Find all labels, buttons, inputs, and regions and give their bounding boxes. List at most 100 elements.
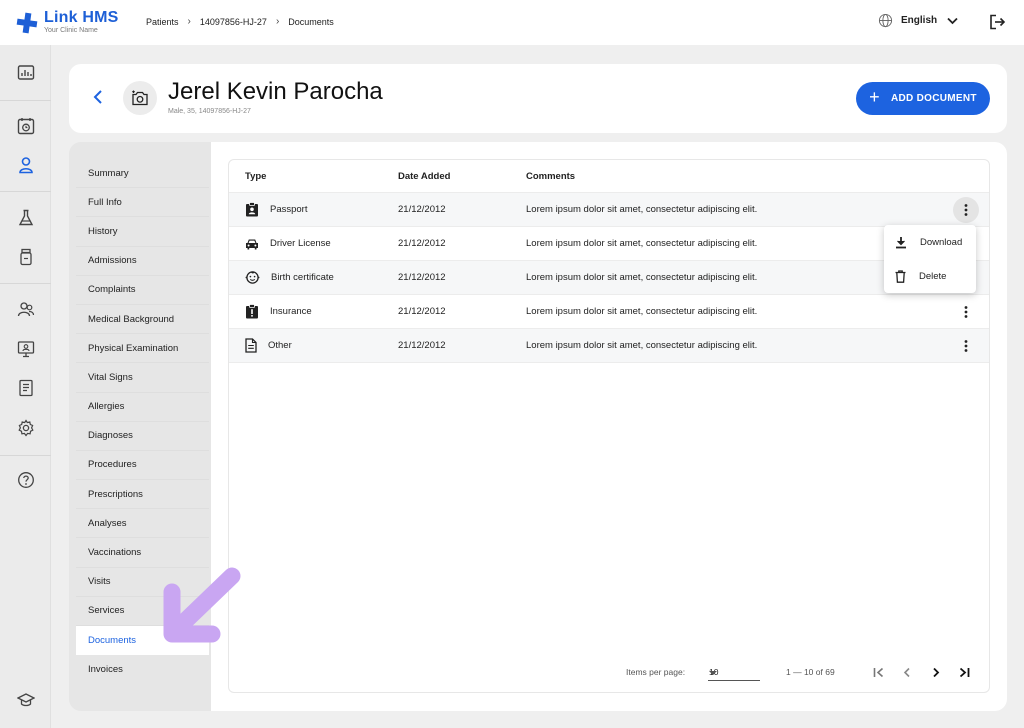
document-type: Other — [268, 340, 292, 351]
comment: Lorem ipsum dolor sit amet, consectetur … — [526, 204, 758, 215]
nav-item-procedures[interactable]: Procedures — [76, 451, 209, 481]
comment: Lorem ipsum dolor sit amet, consectetur … — [526, 238, 758, 249]
chevron-down-icon — [947, 17, 958, 24]
nav-item-complaints[interactable]: Complaints — [76, 276, 209, 305]
file-icon — [245, 338, 257, 353]
staff-group-icon[interactable] — [16, 299, 36, 319]
language-selector[interactable]: English — [878, 13, 966, 28]
settings-gear-icon[interactable] — [16, 418, 36, 438]
date-added: 21/12/2012 — [398, 272, 446, 283]
annotation-arrow-icon — [163, 567, 241, 643]
nav-item-summary[interactable]: Summary — [76, 159, 209, 189]
date-added: 21/12/2012 — [398, 238, 446, 249]
lab-flask-icon[interactable] — [16, 208, 36, 228]
breadcrumb: Patients › 14097856-HJ-27 › Documents — [146, 16, 334, 27]
nav-item-vital-signs[interactable]: Vital Signs — [76, 363, 209, 393]
menu-item-download-label: Download — [920, 236, 963, 248]
documents-table: Type Date Added Comments Passport 21/12/… — [228, 159, 990, 693]
nav-item-history[interactable]: History — [76, 217, 209, 247]
pagination-range: 1 — 10 of 69 — [786, 667, 835, 677]
add-document-label: ADD DOCUMENT — [890, 93, 977, 104]
nav-item-invoices[interactable]: Invoices — [76, 655, 209, 684]
last-page-button[interactable] — [955, 663, 973, 681]
medicine-bottle-icon[interactable] — [16, 247, 36, 267]
breadcrumb-patients[interactable]: Patients — [146, 17, 179, 27]
menu-item-delete[interactable]: Delete — [884, 259, 976, 293]
last-page-icon — [959, 667, 970, 677]
app-subtitle: Your Clinic Name — [44, 27, 98, 34]
medical-cross-icon — [16, 12, 38, 34]
items-per-page-select[interactable]: 10 — [708, 663, 760, 681]
help-icon[interactable] — [16, 470, 36, 490]
chevron-left-icon — [903, 667, 910, 677]
next-page-button[interactable] — [927, 663, 945, 681]
avatar-upload[interactable] — [123, 81, 157, 115]
report-document-icon[interactable] — [16, 378, 36, 398]
app-logo[interactable]: Link HMS Your Clinic Name — [16, 10, 119, 35]
menu-item-download[interactable]: Download — [884, 225, 976, 259]
caret-down-icon — [709, 671, 717, 675]
breadcrumb-documents: Documents — [288, 16, 334, 27]
more-vertical-icon — [964, 306, 968, 318]
menu-item-delete-label: Delete — [919, 270, 947, 282]
column-header-date[interactable]: Date Added — [398, 171, 450, 182]
chevron-right-icon: › — [275, 16, 280, 27]
left-rail — [0, 45, 51, 728]
patient-header: Jerel Kevin Parocha Male, 35, 14097856-H… — [69, 64, 1007, 133]
first-page-button[interactable] — [870, 663, 888, 681]
monitor-user-icon[interactable] — [16, 339, 36, 359]
table-header: Type Date Added Comments — [229, 160, 989, 193]
table-row[interactable]: Birth certificate 21/12/2012 Lorem ipsum… — [229, 261, 989, 295]
row-actions-button[interactable] — [953, 333, 979, 359]
chevron-right-icon: › — [187, 16, 191, 27]
nav-item-allergies[interactable]: Allergies — [76, 393, 209, 422]
row-actions-button[interactable] — [953, 299, 979, 325]
comment: Lorem ipsum dolor sit amet, consectetur … — [526, 306, 758, 317]
nav-item-analyses[interactable]: Analyses — [76, 509, 209, 539]
table-row[interactable]: Driver License 21/12/2012 Lorem ipsum do… — [229, 227, 989, 261]
patient-user-icon[interactable] — [16, 155, 36, 175]
add-document-button[interactable]: + ADD DOCUMENT — [856, 82, 990, 115]
column-header-type[interactable]: Type — [245, 171, 266, 182]
date-added: 21/12/2012 — [398, 204, 446, 215]
logout-icon[interactable] — [989, 14, 1006, 30]
document-type: Driver License — [270, 238, 331, 249]
app-name: Link HMS — [44, 9, 119, 26]
nav-item-physical-examination[interactable]: Physical Examination — [76, 334, 209, 364]
back-arrow-icon[interactable] — [91, 89, 105, 105]
date-added: 21/12/2012 — [398, 340, 446, 351]
comment: Lorem ipsum dolor sit amet, consectetur … — [526, 272, 758, 283]
column-header-comments[interactable]: Comments — [526, 171, 575, 182]
download-icon — [896, 236, 906, 248]
nav-item-admissions[interactable]: Admissions — [76, 247, 209, 276]
date-added: 21/12/2012 — [398, 306, 446, 317]
row-actions-button[interactable] — [953, 197, 979, 223]
previous-page-button[interactable] — [898, 663, 916, 681]
car-icon — [246, 239, 258, 249]
trash-icon — [895, 269, 906, 283]
table-row[interactable]: Passport 21/12/2012 Lorem ipsum dolor si… — [229, 193, 989, 227]
calendar-clock-icon[interactable] — [16, 116, 36, 136]
breadcrumb-patient-id[interactable]: 14097856-HJ-27 — [200, 17, 267, 27]
add-photo-icon — [132, 90, 148, 106]
insurance-clipboard-icon — [246, 304, 258, 319]
first-page-icon — [873, 667, 884, 677]
table-row[interactable]: Other 21/12/2012 Lorem ipsum dolor sit a… — [229, 329, 989, 363]
nav-item-full-info[interactable]: Full Info — [76, 188, 209, 218]
nav-item-diagnoses[interactable]: Diagnoses — [76, 422, 209, 451]
plus-icon: + — [869, 87, 880, 107]
globe-icon — [878, 13, 893, 28]
top-bar: Link HMS Your Clinic Name Patients › 140… — [0, 0, 1024, 45]
patient-name: Jerel Kevin Parocha — [168, 78, 383, 105]
nav-item-prescriptions[interactable]: Prescriptions — [76, 480, 209, 510]
more-vertical-icon — [964, 204, 968, 216]
dashboard-icon[interactable] — [16, 63, 36, 83]
graduation-cap-icon[interactable] — [16, 690, 36, 710]
nav-item-medical-background[interactable]: Medical Background — [76, 305, 209, 335]
more-vertical-icon — [964, 340, 968, 352]
document-type: Birth certificate — [271, 272, 334, 283]
row-actions-menu: Download Delete — [884, 225, 976, 293]
comment: Lorem ipsum dolor sit amet, consectetur … — [526, 340, 758, 351]
table-row[interactable]: Insurance 21/12/2012 Lorem ipsum dolor s… — [229, 295, 989, 329]
pagination: Items per page: 10 1 — 10 of 69 — [229, 660, 989, 684]
